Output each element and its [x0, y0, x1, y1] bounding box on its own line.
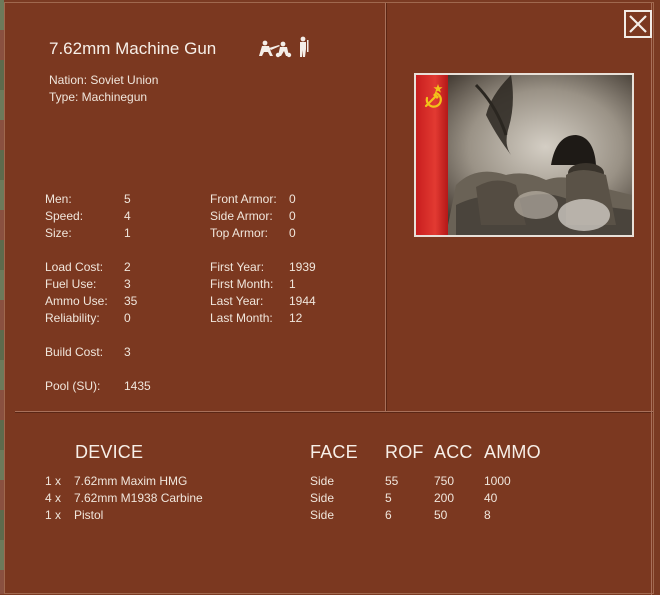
stat-label: Last Year: — [210, 294, 264, 308]
stat-value: 0 — [124, 311, 131, 325]
stat-label: Pool (SU): — [45, 379, 101, 393]
type-text: Type: Machinegun — [49, 90, 148, 104]
stat-value: 12 — [289, 311, 303, 325]
stat-value: 0 — [289, 209, 296, 223]
stat-value: 5 — [124, 192, 131, 206]
device-qty: 1 x — [45, 474, 62, 488]
device-name: 7.62mm Maxim HMG — [74, 474, 188, 488]
stat-value: 4 — [124, 209, 131, 223]
stat-label: Top Armor: — [210, 226, 269, 240]
device-header: DEVICE — [75, 442, 144, 462]
stat-label: Side Armor: — [210, 209, 273, 223]
device-qty: 4 x — [45, 491, 62, 505]
ammo-header: AMMO — [484, 442, 541, 462]
device-qty: 1 x — [45, 508, 62, 522]
stat-label: Speed: — [45, 209, 84, 223]
device-acc: 750 — [434, 474, 455, 488]
stat-value: 1 — [289, 277, 296, 291]
horizontal-divider — [15, 411, 653, 412]
machine-gun-crew-icon — [259, 36, 309, 58]
vertical-divider — [385, 3, 386, 411]
device-rof: 6 — [385, 508, 392, 522]
stat-value: 1 — [124, 226, 131, 240]
stat-label: First Year: — [210, 260, 265, 274]
device-rof: 5 — [385, 491, 392, 505]
unit-photo — [414, 73, 634, 237]
rof-header: ROF — [385, 442, 424, 462]
stat-label: Last Month: — [210, 311, 273, 325]
hammer-sickle-icon — [424, 84, 443, 108]
stat-label: Fuel Use: — [45, 277, 97, 291]
stat-label: Build Cost: — [45, 345, 104, 359]
stat-label: Ammo Use: — [45, 294, 108, 308]
device-name: Pistol — [74, 508, 104, 522]
stat-label: Load Cost: — [45, 260, 104, 274]
stat-value: 1944 — [289, 294, 316, 308]
right-border — [651, 3, 652, 595]
stat-value: 3 — [124, 345, 131, 359]
soviet-flag — [416, 75, 448, 235]
device-name: 7.62mm M1938 Carbine — [74, 491, 203, 505]
device-acc: 50 — [434, 508, 448, 522]
stat-label: Size: — [45, 226, 72, 240]
stat-value: 3 — [124, 277, 131, 291]
close-button[interactable] — [624, 10, 652, 38]
unit-title: 7.62mm Machine Gun — [49, 39, 217, 58]
device-ammo: 40 — [484, 491, 498, 505]
face-header: FACE — [310, 442, 358, 462]
device-ammo: 8 — [484, 508, 491, 522]
device-acc: 200 — [434, 491, 455, 505]
stat-label: First Month: — [210, 277, 274, 291]
stat-value: 0 — [289, 192, 296, 206]
device-ammo: 1000 — [484, 474, 511, 488]
stat-value: 2 — [124, 260, 131, 274]
device-face: Side — [310, 474, 335, 488]
stat-label: Front Armor: — [210, 192, 277, 206]
device-rof: 55 — [385, 474, 399, 488]
stat-value: 1939 — [289, 260, 316, 274]
acc-header: ACC — [434, 442, 473, 462]
nation-text: Nation: Soviet Union — [49, 73, 159, 87]
stat-label: Reliability: — [45, 311, 100, 325]
device-face: Side — [310, 508, 335, 522]
device-face: Side — [310, 491, 335, 505]
stat-value: 1435 — [124, 379, 151, 393]
stat-value: 0 — [289, 226, 296, 240]
unit-info-panel: 7.62mm Machine Gun Nation: Soviet Union … — [4, 2, 654, 595]
close-icon — [629, 15, 647, 33]
stat-label: Men: — [45, 192, 72, 206]
stat-value: 35 — [124, 294, 138, 308]
